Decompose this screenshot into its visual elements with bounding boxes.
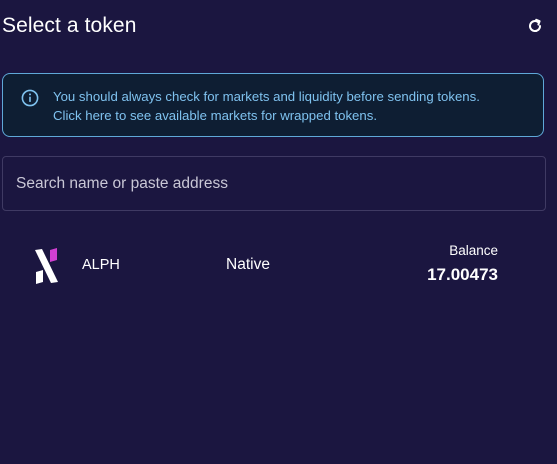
wrapped-markets-link[interactable]: Click here to see available markets for … [53, 107, 480, 126]
page-title: Select a token [2, 14, 137, 37]
header: Select a token [2, 12, 545, 40]
token-type: Native [226, 256, 270, 273]
token-selector-page: Select a token You should always check f… [0, 0, 557, 464]
token-row-alph[interactable]: ALPH Native Balance 17.00473 [2, 232, 546, 302]
refresh-button[interactable] [525, 16, 545, 36]
info-message: You should always check for markets and … [53, 89, 480, 104]
balance-label: Balance [449, 243, 498, 258]
refresh-icon [529, 18, 542, 32]
info-alert: You should always check for markets and … [2, 73, 544, 137]
search-box [2, 156, 546, 211]
balance-value: 17.00473 [427, 265, 498, 284]
alephium-logo-icon [35, 248, 58, 284]
token-symbol: ALPH [82, 257, 120, 273]
info-text: You should always check for markets and … [53, 88, 480, 125]
search-input[interactable] [16, 157, 545, 210]
info-icon [21, 89, 39, 107]
